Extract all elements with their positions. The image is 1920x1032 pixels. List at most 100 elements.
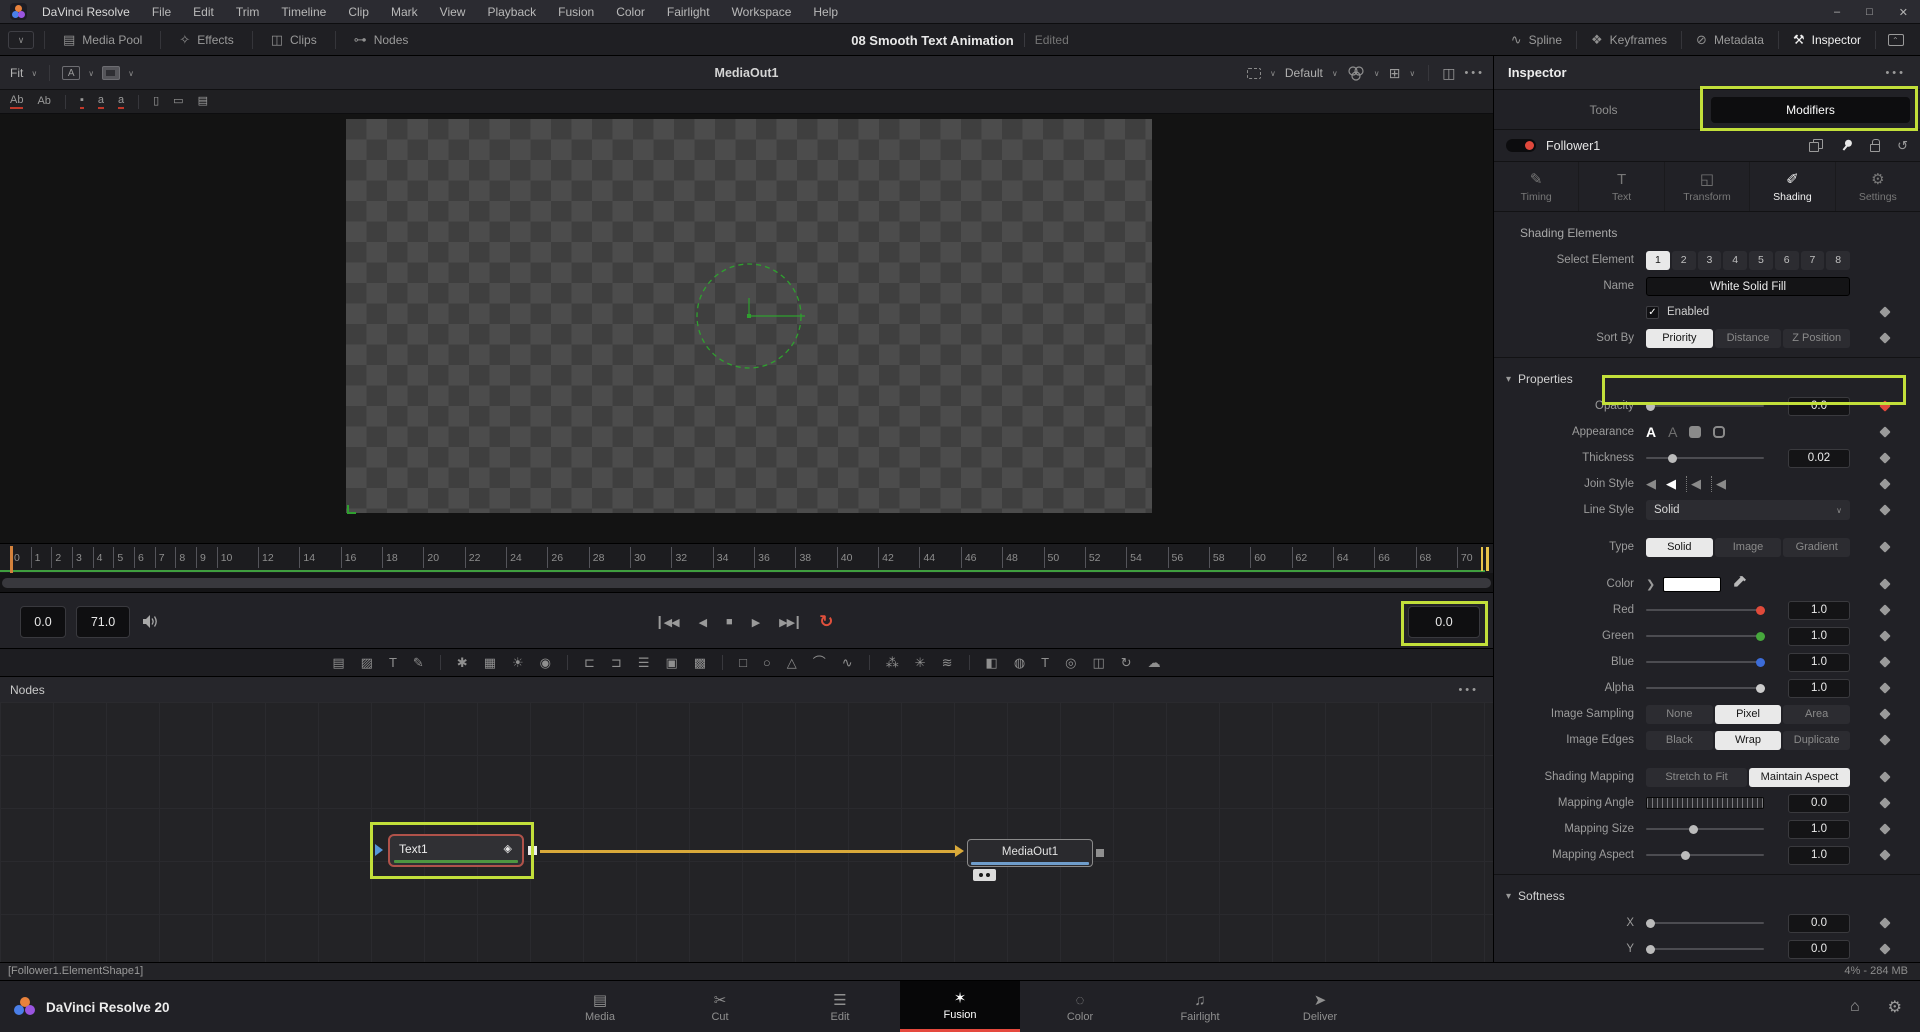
menu-timeline[interactable]: Timeline <box>270 0 337 24</box>
input-name[interactable]: White Solid Fill <box>1646 277 1850 296</box>
slider-blue[interactable] <box>1646 652 1764 672</box>
range-end-marker[interactable] <box>1481 547 1489 571</box>
menu-help[interactable]: Help <box>802 0 849 24</box>
subtab-transform[interactable]: ◱Transform <box>1664 162 1749 211</box>
value-red[interactable]: 1.0 <box>1788 601 1850 620</box>
keyframe-diamond[interactable] <box>1879 478 1890 489</box>
slider-x[interactable] <box>1646 913 1764 933</box>
keyframe-diamond[interactable] <box>1879 604 1890 615</box>
modifier-enable-toggle[interactable] <box>1506 139 1536 152</box>
keyframe-diamond[interactable] <box>1879 426 1890 437</box>
tool-brightness-icon[interactable]: ☀ <box>512 649 524 677</box>
viewer-assignment-badge[interactable] <box>973 869 996 881</box>
menu-view[interactable]: View <box>429 0 477 24</box>
page-tab-media[interactable]: ▤Media <box>540 981 660 1032</box>
slider-handle[interactable] <box>1689 825 1698 834</box>
go-to-start-button[interactable]: ◀◀ <box>659 616 679 629</box>
tool-wand-mask-icon[interactable]: ∿ <box>842 649 853 677</box>
page-tab-fusion[interactable]: ✶Fusion <box>900 981 1020 1032</box>
page-tab-color[interactable]: ◌Color <box>1020 981 1140 1032</box>
tool-glow-icon[interactable]: ◉ <box>540 649 551 677</box>
image-sampling-option-none[interactable]: None <box>1646 705 1713 724</box>
keyframe-diamond[interactable] <box>1879 943 1890 954</box>
subtab-text[interactable]: TText <box>1578 162 1663 211</box>
value-x[interactable]: 0.0 <box>1788 914 1850 933</box>
viewer-options-menu[interactable]: ••• <box>1464 67 1485 79</box>
tool-bspline-mask-icon[interactable]: ⌒ <box>813 649 826 677</box>
stop-button[interactable]: ■ <box>726 616 732 628</box>
slider-mapping-size[interactable] <box>1646 819 1764 839</box>
checkbox-enabled[interactable]: ✓ <box>1646 306 1659 319</box>
tool-camera-3d-icon[interactable]: ◎ <box>1065 649 1076 677</box>
keyframe-diamond[interactable] <box>1879 682 1890 693</box>
tool-polygon-mask-icon[interactable]: △ <box>787 649 797 677</box>
slider-handle[interactable] <box>1646 402 1655 411</box>
audio-mute-icon[interactable] <box>142 614 160 629</box>
tool-ellipse-mask-icon[interactable]: ○ <box>763 649 771 677</box>
value-y[interactable]: 0.0 <box>1788 940 1850 959</box>
lut-select[interactable]: Default <box>1285 66 1323 80</box>
keyframe-diamond[interactable] <box>1879 452 1890 463</box>
frame-lines[interactable]: ▤ <box>198 95 208 108</box>
text-fill-swatch[interactable]: ▪ <box>80 94 84 109</box>
tool-particle-render-icon[interactable]: ≋ <box>942 649 953 677</box>
frame-wide[interactable]: ▭ <box>173 95 183 108</box>
sort-by-option-priority[interactable]: Priority <box>1646 329 1713 348</box>
clips-button[interactable]: ◫Clips <box>257 24 331 56</box>
keyframe-diamond[interactable] <box>1879 823 1890 834</box>
color-wheels-icon[interactable] <box>1347 65 1365 81</box>
spline-button[interactable]: ∿Spline <box>1497 24 1576 56</box>
tool-merge-3d-icon[interactable]: ◫ <box>1092 649 1104 677</box>
tab-modifiers[interactable]: Modifiers <box>1711 97 1910 123</box>
media-pool-button[interactable]: ▤Media Pool <box>49 24 156 56</box>
menu-clip[interactable]: Clip <box>337 0 380 24</box>
tool-particles-icon[interactable]: ✱ <box>457 649 468 677</box>
slider-red[interactable] <box>1646 600 1764 620</box>
tool-crop-left-icon[interactable]: ⊏ <box>584 649 595 677</box>
tool-pattern-icon[interactable]: ▦ <box>484 649 496 677</box>
slider-handle[interactable] <box>1668 454 1677 463</box>
tool-text-icon[interactable]: T <box>389 649 397 677</box>
follower-path-overlay[interactable] <box>693 260 809 372</box>
node-text1[interactable]: Text1 ◈ <box>388 834 524 867</box>
keyframe-diamond[interactable] <box>1879 771 1890 782</box>
timeline-ruler[interactable]: 0123456789101214161820222426283032343638… <box>0 543 1493 573</box>
playhead[interactable] <box>10 546 13 573</box>
menu-fairlight[interactable]: Fairlight <box>656 0 721 24</box>
page-tab-deliver[interactable]: ➤Deliver <box>1260 981 1380 1032</box>
tool-paint-icon[interactable]: ✎ <box>413 649 424 677</box>
inspector-options-menu[interactable]: ••• <box>1885 67 1906 79</box>
menu-fusion[interactable]: Fusion <box>547 0 605 24</box>
appearance-filled-text-icon[interactable]: A <box>1646 424 1656 440</box>
dual-viewer-icon[interactable]: ◫ <box>1442 65 1455 82</box>
effects-button[interactable]: ✧Effects <box>165 24 247 56</box>
select-element-option-8[interactable]: 8 <box>1826 251 1850 270</box>
timeline-scrollbar[interactable] <box>2 578 1491 588</box>
keyframes-button[interactable]: ❖Keyframes <box>1577 24 1681 56</box>
image-edges-option-duplicate[interactable]: Duplicate <box>1783 731 1850 750</box>
slider-handle[interactable] <box>1681 851 1690 860</box>
image-sampling-option-area[interactable]: Area <box>1783 705 1850 724</box>
tool-background-icon[interactable]: ▤ <box>332 649 344 677</box>
text1-output-connector[interactable] <box>528 846 537 855</box>
subtab-settings[interactable]: ⚙Settings <box>1835 162 1920 211</box>
metadata-button[interactable]: ⊘Metadata <box>1682 24 1778 56</box>
slider-opacity[interactable] <box>1646 396 1764 416</box>
appearance-outline-shape-icon[interactable] <box>1713 426 1725 438</box>
keyframe-diamond[interactable] <box>1879 849 1890 860</box>
tool-render-3d-icon[interactable]: ☁ <box>1148 649 1161 677</box>
select-element-option-2[interactable]: 2 <box>1672 251 1696 270</box>
zoom-select[interactable]: Fit <box>10 66 23 80</box>
app-logo-icon[interactable] <box>10 3 27 20</box>
section-softness[interactable]: ▾Softness <box>1494 885 1920 907</box>
close-button[interactable]: ✕ <box>1899 6 1908 19</box>
channel-select-icon[interactable]: A <box>62 66 80 80</box>
value-blue[interactable]: 1.0 <box>1788 653 1850 672</box>
keyframe-diamond[interactable] <box>1879 656 1890 667</box>
page-tab-edit[interactable]: ☰Edit <box>780 981 900 1032</box>
value-mapping-aspect[interactable]: 1.0 <box>1788 846 1850 865</box>
slider-handle[interactable] <box>1756 658 1765 667</box>
join-style-bevel-b-icon[interactable]: ◀ <box>1711 476 1726 492</box>
page-tab-fairlight[interactable]: ♫Fairlight <box>1140 981 1260 1032</box>
duration-field[interactable]: 71.0 <box>76 606 130 638</box>
